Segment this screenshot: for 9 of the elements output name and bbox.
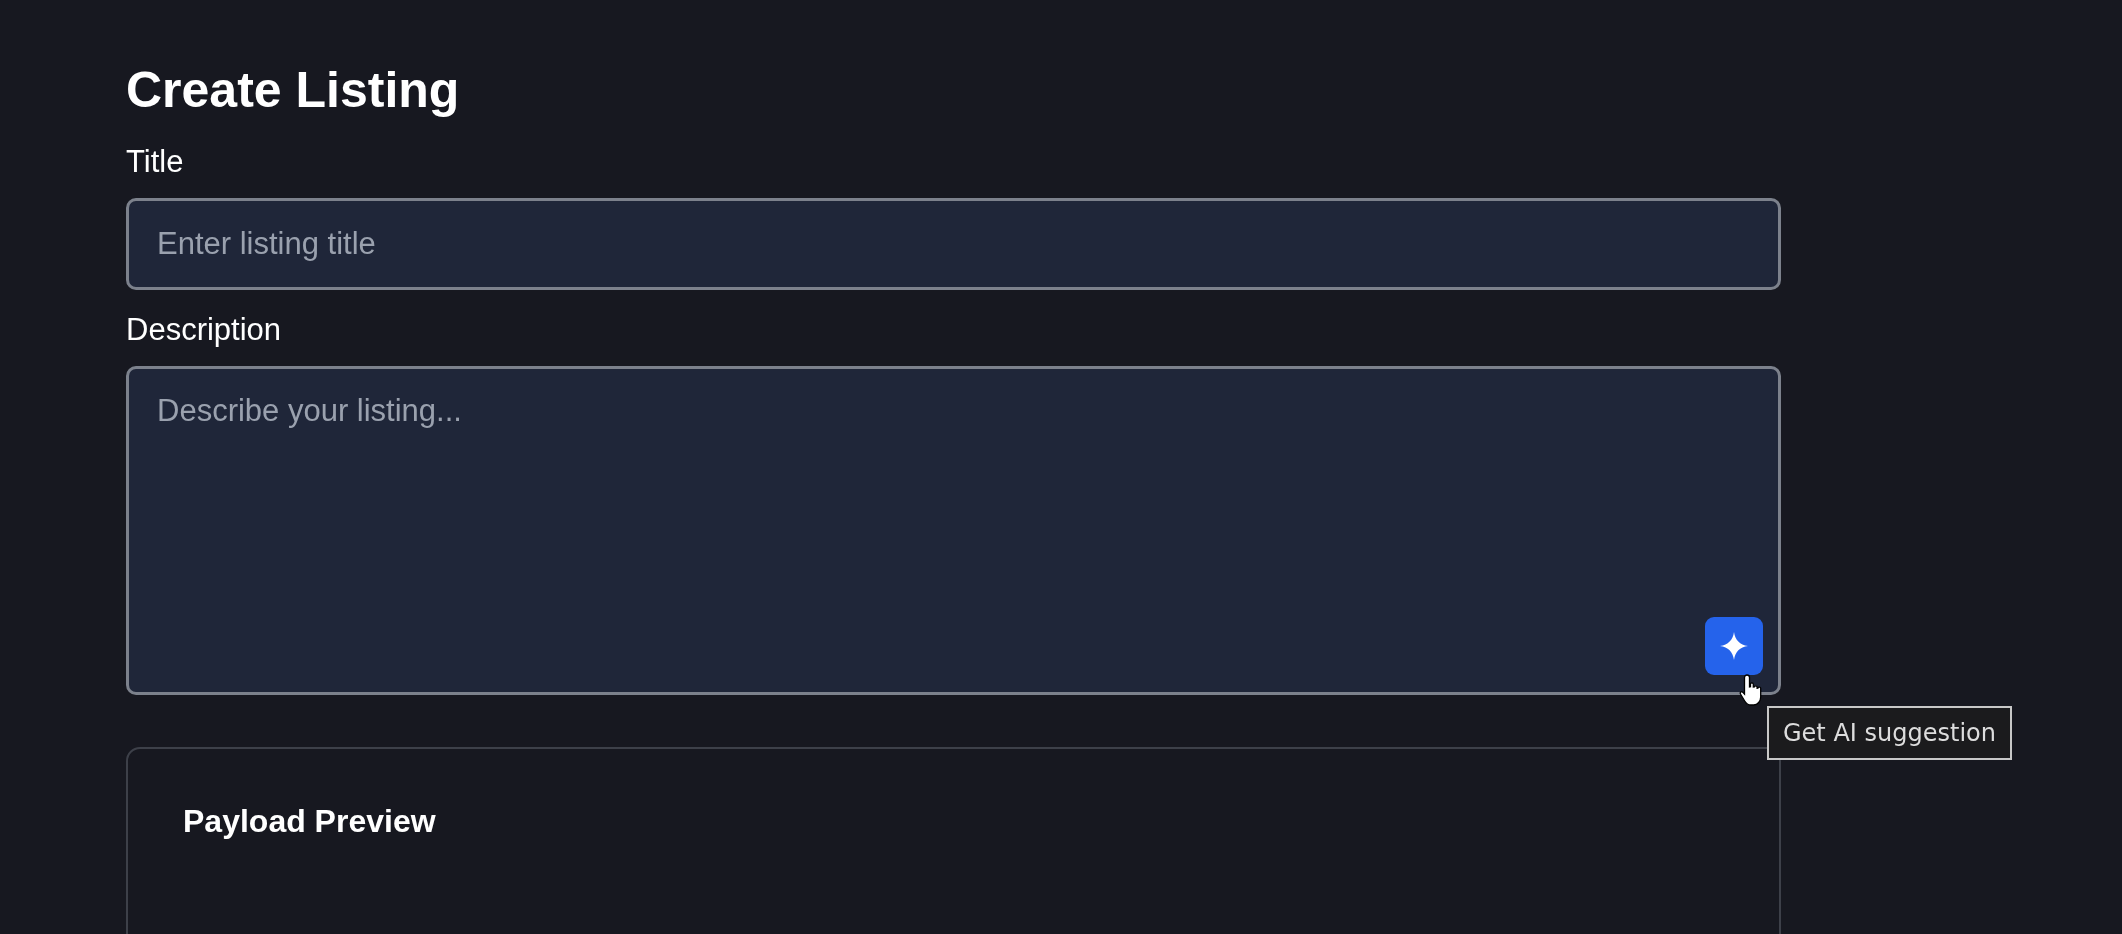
page-heading: Create Listing bbox=[126, 61, 461, 120]
card-title: Payload Preview bbox=[183, 802, 437, 841]
tooltip: Get AI suggestion bbox=[1767, 706, 2012, 760]
ai-suggestion-button[interactable] bbox=[1705, 617, 1763, 675]
field-label: Description bbox=[126, 311, 283, 349]
description-text-area[interactable]: Describe your listing... bbox=[126, 366, 1781, 695]
field-label: Title bbox=[126, 143, 185, 181]
title-input-field[interactable]: Enter listing title bbox=[126, 198, 1781, 290]
sparkle-icon bbox=[1720, 632, 1748, 660]
